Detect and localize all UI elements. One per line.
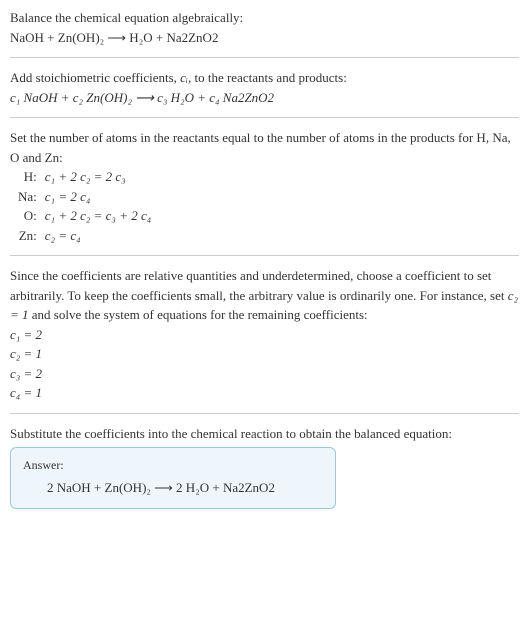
- substitute-section: Substitute the coefficients into the che…: [10, 424, 519, 444]
- stoich-section: Add stoichiometric coefficients, cᵢ, to …: [10, 68, 519, 107]
- solve-para-a: Since the coefficients are relative quan…: [10, 268, 508, 303]
- table-row: Zn: c₂ = c₄: [14, 226, 155, 246]
- divider: [10, 57, 519, 58]
- divider: [10, 413, 519, 414]
- stoich-text: Add stoichiometric coefficients, cᵢ, to …: [10, 68, 519, 88]
- atom-label: H:: [14, 167, 41, 187]
- divider: [10, 117, 519, 118]
- atom-label: Na:: [14, 187, 41, 207]
- atom-equation: c₂ = c₄: [41, 226, 155, 246]
- problem-equation: NaOH + Zn(OH)₂ ⟶ H₂O + Na2ZnO2: [10, 28, 519, 48]
- atom-balance-section: Set the number of atoms in the reactants…: [10, 128, 519, 245]
- stoich-text-before: Add stoichiometric coefficients,: [10, 70, 180, 85]
- answer-equation: 2 NaOH + Zn(OH)₂ ⟶ 2 H₂O + Na2ZnO2: [23, 478, 323, 498]
- problem-statement: Balance the chemical equation algebraica…: [10, 8, 519, 47]
- stoich-equation: c₁ NaOH + c₂ Zn(OH)₂ ⟶ c₃ H₂O + c₄ Na2Zn…: [10, 88, 519, 108]
- solve-para-b: and solve the system of equations for th…: [29, 307, 368, 322]
- coefficient-value: c₃ = 2: [10, 364, 519, 384]
- atom-balance-intro: Set the number of atoms in the reactants…: [10, 128, 519, 167]
- divider: [10, 255, 519, 256]
- solve-section: Since the coefficients are relative quan…: [10, 266, 519, 403]
- atom-equation: c₁ + 2 c₂ = 2 c₃: [41, 167, 155, 187]
- solve-paragraph: Since the coefficients are relative quan…: [10, 266, 519, 325]
- stoich-ci: cᵢ: [180, 70, 188, 85]
- answer-label: Answer:: [23, 456, 323, 474]
- atom-equation: c₁ = 2 c₄: [41, 187, 155, 207]
- coefficient-list: c₁ = 2 c₂ = 1 c₃ = 2 c₄ = 1: [10, 325, 519, 403]
- atom-equation: c₁ + 2 c₂ = c₃ + 2 c₄: [41, 206, 155, 226]
- problem-line1: Balance the chemical equation algebraica…: [10, 8, 519, 28]
- coefficient-value: c₄ = 1: [10, 383, 519, 403]
- table-row: Na: c₁ = 2 c₄: [14, 187, 155, 207]
- stoich-text-after: , to the reactants and products:: [188, 70, 347, 85]
- table-row: O: c₁ + 2 c₂ = c₃ + 2 c₄: [14, 206, 155, 226]
- atom-balance-table: H: c₁ + 2 c₂ = 2 c₃ Na: c₁ = 2 c₄ O: c₁ …: [14, 167, 155, 245]
- coefficient-value: c₂ = 1: [10, 344, 519, 364]
- substitute-text: Substitute the coefficients into the che…: [10, 424, 519, 444]
- coefficient-value: c₁ = 2: [10, 325, 519, 345]
- answer-box: Answer: 2 NaOH + Zn(OH)₂ ⟶ 2 H₂O + Na2Zn…: [10, 447, 336, 509]
- atom-label: Zn:: [14, 226, 41, 246]
- atom-label: O:: [14, 206, 41, 226]
- table-row: H: c₁ + 2 c₂ = 2 c₃: [14, 167, 155, 187]
